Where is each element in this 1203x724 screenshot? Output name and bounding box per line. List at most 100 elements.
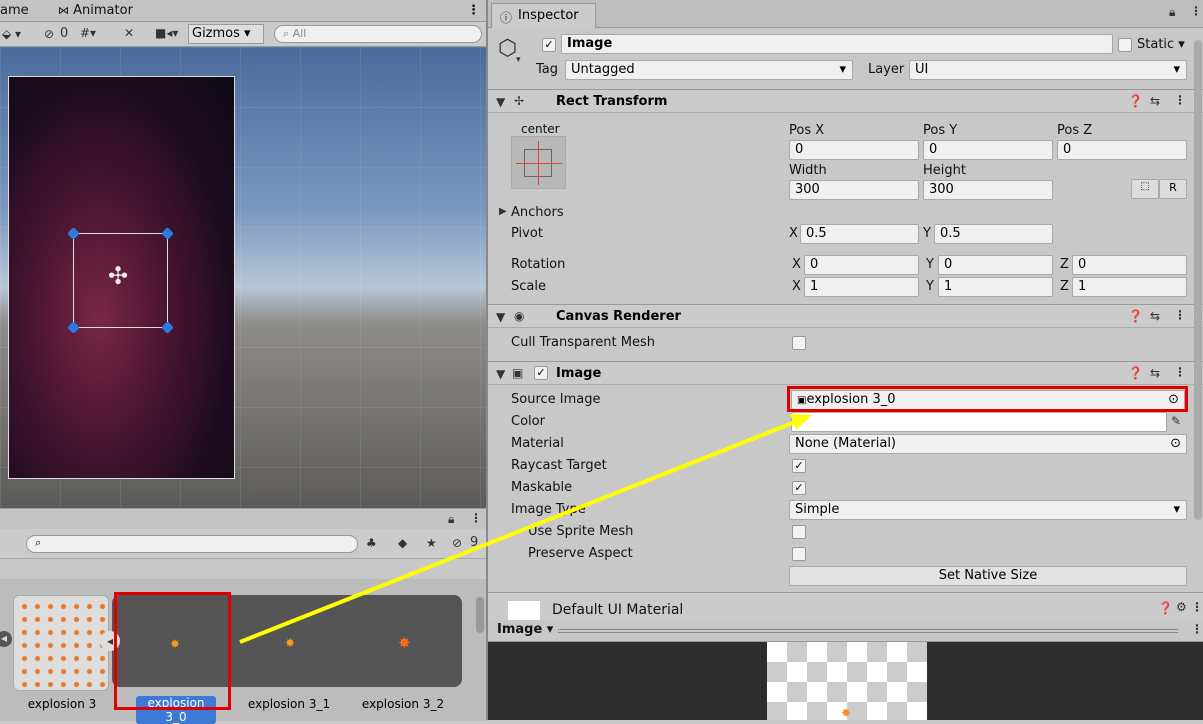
layer-dropdown[interactable]: UI ▾ [909,60,1187,80]
scale-y-field[interactable]: 1 [938,277,1053,297]
asset-label[interactable]: explosion 3_1 [229,697,349,711]
width-label: Width [789,163,827,178]
inspector-panel: ⓘ Inspector 🔒︎ ⋮ ⬡ ▾ ✓ Image Static ▾ Ta… [486,0,1203,621]
scene-search-input[interactable]: ⌕ All [274,25,482,43]
image-enabled-checkbox[interactable]: ✓ [534,366,548,380]
component-menu-icon[interactable]: ⋮ [1174,308,1186,322]
object-name-field[interactable]: Image [561,34,1113,54]
filter-by-type-icon[interactable]: ♣ [366,536,377,550]
raycast-target-checkbox[interactable]: ✓ [792,459,806,473]
more-menu-icon[interactable]: ⋮ [1190,4,1202,18]
rotation-x-field[interactable]: 0 [804,255,919,275]
scale-z-field[interactable]: 1 [1072,277,1187,297]
help-icon[interactable]: ❓ [1158,601,1173,615]
preview-resize-handle[interactable] [558,629,1178,633]
component-menu-icon[interactable]: ⋮ [1174,93,1186,107]
anchors-label[interactable]: Anchors [511,205,564,220]
gear-icon[interactable]: ⚙ [1176,600,1187,614]
collapse-arrow-icon[interactable]: ◂ [0,631,12,647]
asset-label[interactable]: explosion 3_2 [343,697,463,711]
canvas-renderer-icon: ◉ [514,309,525,323]
tab-animator[interactable]: ⋈ Animator [58,3,133,18]
draw-mode-icon[interactable]: ⬙ ▾ [2,27,21,41]
favorites-star-icon[interactable]: ★ [426,536,437,550]
filter-by-label-icon[interactable]: ◆ [398,536,407,550]
default-material-header[interactable]: Default UI Material ❓ ⚙ ⋮ [488,592,1203,621]
scene-viewport[interactable]: ✣ [0,47,486,508]
image-component-header[interactable]: ▼ ▣ ✓ Image ❓ ⇆ ⋮ [488,361,1203,385]
lock-icon[interactable]: 🔒︎ [448,512,454,527]
static-checkbox[interactable] [1118,38,1132,52]
tag-dropdown[interactable]: Untagged ▾ [565,60,853,80]
material-swatch-icon [508,601,540,621]
hidden-objects-icon[interactable]: ⊘ [44,27,54,41]
chevron-down-icon: ▾ [1173,62,1180,77]
more-menu-icon[interactable]: ⋮ [467,3,480,18]
gameobject-cube-icon[interactable]: ⬡ [498,36,517,61]
asset-thumbnail-spritesheet[interactable] [13,595,109,691]
maskable-checkbox[interactable]: ✓ [792,481,806,495]
cull-transparent-mesh-checkbox[interactable] [792,336,806,350]
component-menu-icon[interactable]: ⋮ [1191,600,1203,614]
anchor-preset-button[interactable] [511,136,566,189]
color-field[interactable] [791,412,1167,432]
pivot-gizmo-icon[interactable]: ✣ [108,262,128,290]
grid-snap-icon[interactable]: #▾ [80,26,96,40]
rect-transform-header[interactable]: ▼ ✢ Rect Transform ❓ ⇆ ⋮ [488,89,1203,113]
rotation-y-field[interactable]: 0 [938,255,1053,275]
inspector-scrollbar[interactable] [1194,40,1202,520]
help-icon[interactable]: ❓ [1128,94,1143,108]
lock-icon[interactable]: 🔒︎ [1169,5,1175,20]
hidden-packages-icon[interactable]: ⊘ [452,536,462,550]
material-field[interactable]: None (Material) ⊙ [789,434,1187,454]
presets-icon[interactable]: ⇆ [1150,309,1160,323]
gizmos-dropdown[interactable]: Gizmos ▾ [188,24,264,44]
scrollbar-thumb[interactable] [476,597,484,633]
component-menu-icon[interactable]: ⋮ [1174,365,1186,379]
preserve-aspect-checkbox[interactable] [792,547,806,561]
rotation-z-field[interactable]: 0 [1072,255,1187,275]
pos-z-field[interactable]: 0 [1057,140,1187,160]
color-label: Color [511,414,545,429]
search-icon: ⌕ [283,27,290,40]
help-icon[interactable]: ❓ [1128,366,1143,380]
presets-icon[interactable]: ⇆ [1150,94,1160,108]
material-label: Material [511,436,564,451]
tab-inspector[interactable]: ⓘ Inspector [491,3,596,28]
tab-animator-label: Animator [73,3,133,18]
static-label[interactable]: Static ▾ [1137,37,1185,52]
preview-title-dropdown[interactable]: Image ▾ [497,622,553,637]
pos-y-field[interactable]: 0 [923,140,1053,160]
highlight-box-sprite [114,592,231,710]
width-field[interactable]: 300 [789,180,919,200]
use-sprite-mesh-checkbox[interactable] [792,525,806,539]
scale-x-field[interactable]: 1 [804,277,919,297]
anchors-foldout-icon[interactable]: ▶ [499,206,507,217]
help-icon[interactable]: ❓ [1128,309,1143,323]
pivot-y-field[interactable]: 0.5 [934,224,1053,244]
height-field[interactable]: 300 [923,180,1053,200]
pivot-x-field[interactable]: 0.5 [800,224,919,244]
tools-icon[interactable]: ✕ [124,26,134,40]
presets-icon[interactable]: ⇆ [1150,366,1160,380]
explosion-frame-2-icon[interactable]: ✸ [398,634,411,652]
object-picker-icon: ⊙ [1170,436,1181,451]
blueprint-mode-icon[interactable]: ⬚ [1131,179,1159,199]
active-checkbox[interactable]: ✓ [542,38,556,52]
canvas-renderer-header[interactable]: ▼ ◉ Canvas Renderer ❓ ⇆ ⋮ [488,304,1203,328]
tab-game[interactable]: ame [0,3,29,18]
raw-edit-button[interactable]: R [1159,179,1187,199]
more-menu-icon[interactable]: ⋮ [470,511,482,525]
project-search-input[interactable]: ⌕ [26,535,358,553]
image-type-dropdown[interactable]: Simple ▾ [789,500,1187,520]
eyedropper-icon[interactable]: ✎ [1171,414,1181,428]
preview-panel: Image ▾ ⋮ ✸ [486,620,1203,720]
explosion-frame-1-icon[interactable]: ✸ [285,636,295,650]
pos-x-field[interactable]: 0 [789,140,919,160]
project-toolbar: ⌕ ♣ ◆ ★ ⊘ 9 [0,529,486,559]
asset-label[interactable]: explosion 3 [2,697,122,711]
set-native-size-button[interactable]: Set Native Size [789,566,1187,586]
camera-icon[interactable]: ■◂▾ [155,26,178,40]
more-menu-icon[interactable]: ⋮ [1191,622,1203,636]
icon-dropdown-icon[interactable]: ▾ [516,55,521,65]
